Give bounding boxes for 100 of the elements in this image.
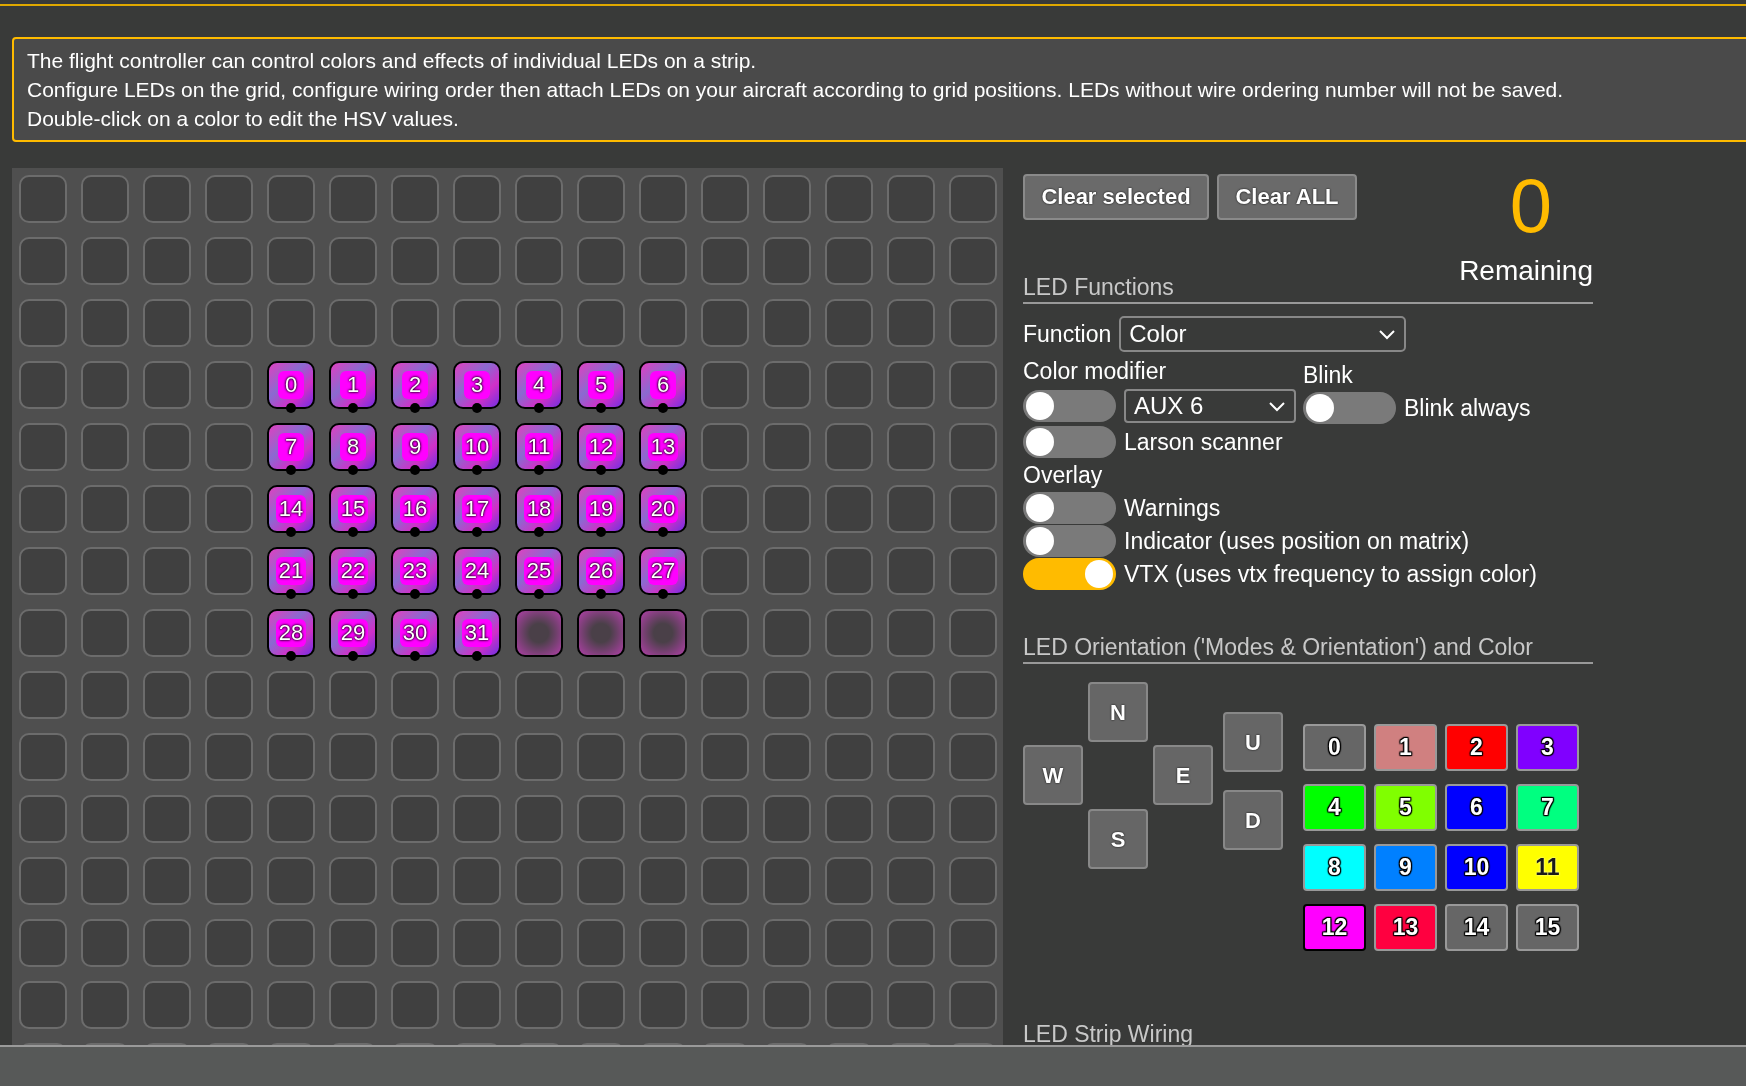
led-cell[interactable] — [329, 733, 377, 781]
led-cell[interactable] — [81, 175, 129, 223]
led-cell[interactable] — [205, 299, 253, 347]
led-cell[interactable] — [205, 547, 253, 595]
toggle-switch[interactable] — [1023, 426, 1116, 458]
led-cell[interactable] — [577, 237, 625, 285]
led-cell[interactable] — [391, 981, 439, 1029]
led-cell[interactable] — [453, 299, 501, 347]
led-cell[interactable] — [701, 423, 749, 471]
led-cell[interactable] — [19, 361, 67, 409]
led-cell[interactable] — [825, 485, 873, 533]
led-cell[interactable] — [391, 175, 439, 223]
led-cell[interactable] — [763, 175, 811, 223]
led-cell[interactable] — [205, 423, 253, 471]
led-cell[interactable] — [81, 857, 129, 905]
led-cell[interactable] — [453, 857, 501, 905]
led-cell[interactable] — [143, 671, 191, 719]
led-cell[interactable] — [267, 671, 315, 719]
led-cell[interactable] — [577, 857, 625, 905]
color-swatch[interactable]: 13 — [1374, 904, 1437, 951]
led-cell[interactable] — [205, 485, 253, 533]
led-cell[interactable] — [143, 485, 191, 533]
led-cell[interactable] — [19, 299, 67, 347]
led-cell[interactable] — [205, 795, 253, 843]
led-cell[interactable] — [205, 733, 253, 781]
led-cell[interactable] — [329, 299, 377, 347]
color-swatch[interactable]: 14 — [1445, 904, 1508, 951]
led-cell[interactable] — [701, 795, 749, 843]
led-cell[interactable] — [143, 609, 191, 657]
led-cell[interactable] — [329, 175, 377, 223]
led-cell[interactable] — [639, 795, 687, 843]
led-cell[interactable] — [577, 609, 625, 657]
led-cell[interactable] — [453, 671, 501, 719]
led-cell[interactable] — [887, 237, 935, 285]
led-cell[interactable] — [887, 981, 935, 1029]
led-cell[interactable] — [949, 671, 997, 719]
led-cell[interactable] — [887, 733, 935, 781]
led-cell[interactable] — [887, 547, 935, 595]
led-cell[interactable] — [825, 609, 873, 657]
led-cell[interactable] — [639, 237, 687, 285]
led-cell[interactable] — [577, 733, 625, 781]
led-cell[interactable] — [825, 733, 873, 781]
led-cell[interactable] — [267, 733, 315, 781]
led-cell[interactable] — [329, 857, 377, 905]
led-cell[interactable] — [143, 981, 191, 1029]
led-cell[interactable] — [639, 299, 687, 347]
led-cell[interactable] — [267, 919, 315, 967]
led-cell[interactable] — [639, 175, 687, 223]
color-swatch[interactable]: 1 — [1374, 724, 1437, 771]
led-cell[interactable] — [701, 485, 749, 533]
led-cell[interactable] — [329, 981, 377, 1029]
led-cell[interactable] — [949, 981, 997, 1029]
led-cell[interactable] — [639, 857, 687, 905]
led-cell[interactable] — [19, 237, 67, 285]
led-cell[interactable] — [825, 795, 873, 843]
led-cell[interactable] — [81, 795, 129, 843]
led-cell[interactable] — [143, 857, 191, 905]
led-cell[interactable] — [205, 361, 253, 409]
led-cell[interactable] — [205, 237, 253, 285]
led-cell[interactable] — [143, 175, 191, 223]
led-cell[interactable] — [515, 175, 563, 223]
led-cell[interactable] — [143, 237, 191, 285]
led-cell[interactable] — [515, 857, 563, 905]
led-cell[interactable] — [81, 547, 129, 595]
led-cell[interactable] — [515, 981, 563, 1029]
led-cell[interactable] — [577, 981, 625, 1029]
led-cell[interactable] — [81, 237, 129, 285]
color-swatch[interactable]: 10 — [1445, 844, 1508, 891]
direction-button[interactable]: N — [1088, 682, 1148, 742]
led-cell[interactable] — [887, 795, 935, 843]
led-cell[interactable] — [267, 795, 315, 843]
clear-all-button[interactable]: Clear ALL — [1217, 174, 1357, 220]
color-swatch[interactable]: 0 — [1303, 724, 1366, 771]
led-cell[interactable] — [887, 919, 935, 967]
led-cell[interactable] — [825, 981, 873, 1029]
led-cell[interactable] — [267, 237, 315, 285]
led-cell[interactable] — [763, 733, 811, 781]
clear-selected-button[interactable]: Clear selected — [1023, 174, 1209, 220]
led-cell[interactable] — [19, 857, 67, 905]
direction-button[interactable]: E — [1153, 745, 1213, 805]
led-cell[interactable] — [701, 547, 749, 595]
led-cell[interactable] — [19, 175, 67, 223]
led-cell[interactable] — [19, 485, 67, 533]
led-cell[interactable] — [949, 795, 997, 843]
led-cell[interactable] — [763, 485, 811, 533]
led-cell[interactable] — [949, 423, 997, 471]
led-cell[interactable] — [453, 237, 501, 285]
led-cell[interactable] — [81, 361, 129, 409]
led-cell[interactable] — [949, 609, 997, 657]
led-cell[interactable] — [949, 485, 997, 533]
led-cell[interactable] — [701, 733, 749, 781]
led-cell[interactable] — [949, 237, 997, 285]
led-cell[interactable] — [19, 981, 67, 1029]
led-cell[interactable] — [701, 175, 749, 223]
led-cell[interactable] — [763, 609, 811, 657]
led-cell[interactable] — [81, 733, 129, 781]
led-cell[interactable] — [143, 423, 191, 471]
led-cell[interactable] — [825, 361, 873, 409]
led-cell[interactable] — [577, 175, 625, 223]
led-cell[interactable] — [391, 919, 439, 967]
